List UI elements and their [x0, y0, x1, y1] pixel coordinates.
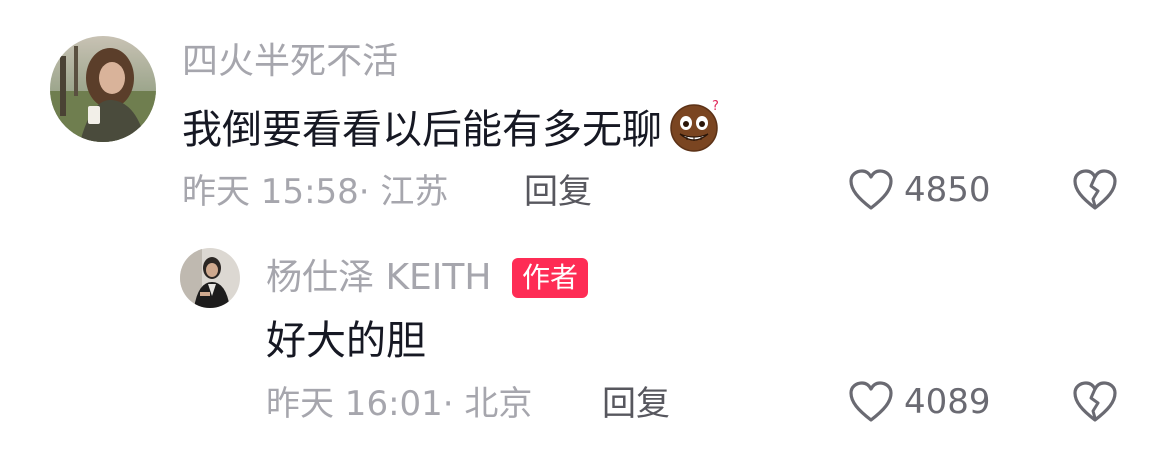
heart-icon [849, 381, 893, 422]
reply-text: 好大的胆 [266, 318, 426, 364]
reply-dislike-button[interactable] [1072, 380, 1118, 428]
commenter-username[interactable]: 四火半死不活 [182, 40, 398, 84]
reply-like-button[interactable]: 4089 [848, 380, 991, 424]
reply-avatar[interactable] [180, 248, 240, 308]
like-button[interactable]: 4850 [848, 168, 991, 212]
author-badge: 作者 [512, 258, 589, 298]
reply-avatar-image [180, 248, 240, 308]
reply-username[interactable]: 杨仕泽 KEITH [266, 256, 491, 300]
svg-text:?: ? [712, 99, 719, 114]
nervous-grin-emoji: ? [668, 98, 724, 166]
reply-like-count: 4089 [904, 382, 991, 422]
comment-text: 我倒要看看以后能有多无聊 ? [182, 98, 724, 166]
broken-heart-icon [1073, 381, 1117, 422]
comment-text-content: 我倒要看看以后能有多无聊 [182, 107, 662, 153]
comment-meta: 昨天 15:58· 江苏 [182, 172, 449, 212]
reply-meta: 昨天 16:01· 北京 [266, 384, 533, 424]
commenter-avatar[interactable] [50, 36, 156, 142]
commenter-avatar-image [50, 36, 156, 142]
dislike-button[interactable] [1072, 168, 1118, 216]
broken-heart-icon [1073, 169, 1117, 210]
reply-button[interactable]: 回复 [524, 170, 592, 214]
heart-icon [849, 169, 893, 210]
like-count: 4850 [904, 170, 991, 210]
reply-reply-button[interactable]: 回复 [602, 382, 670, 426]
